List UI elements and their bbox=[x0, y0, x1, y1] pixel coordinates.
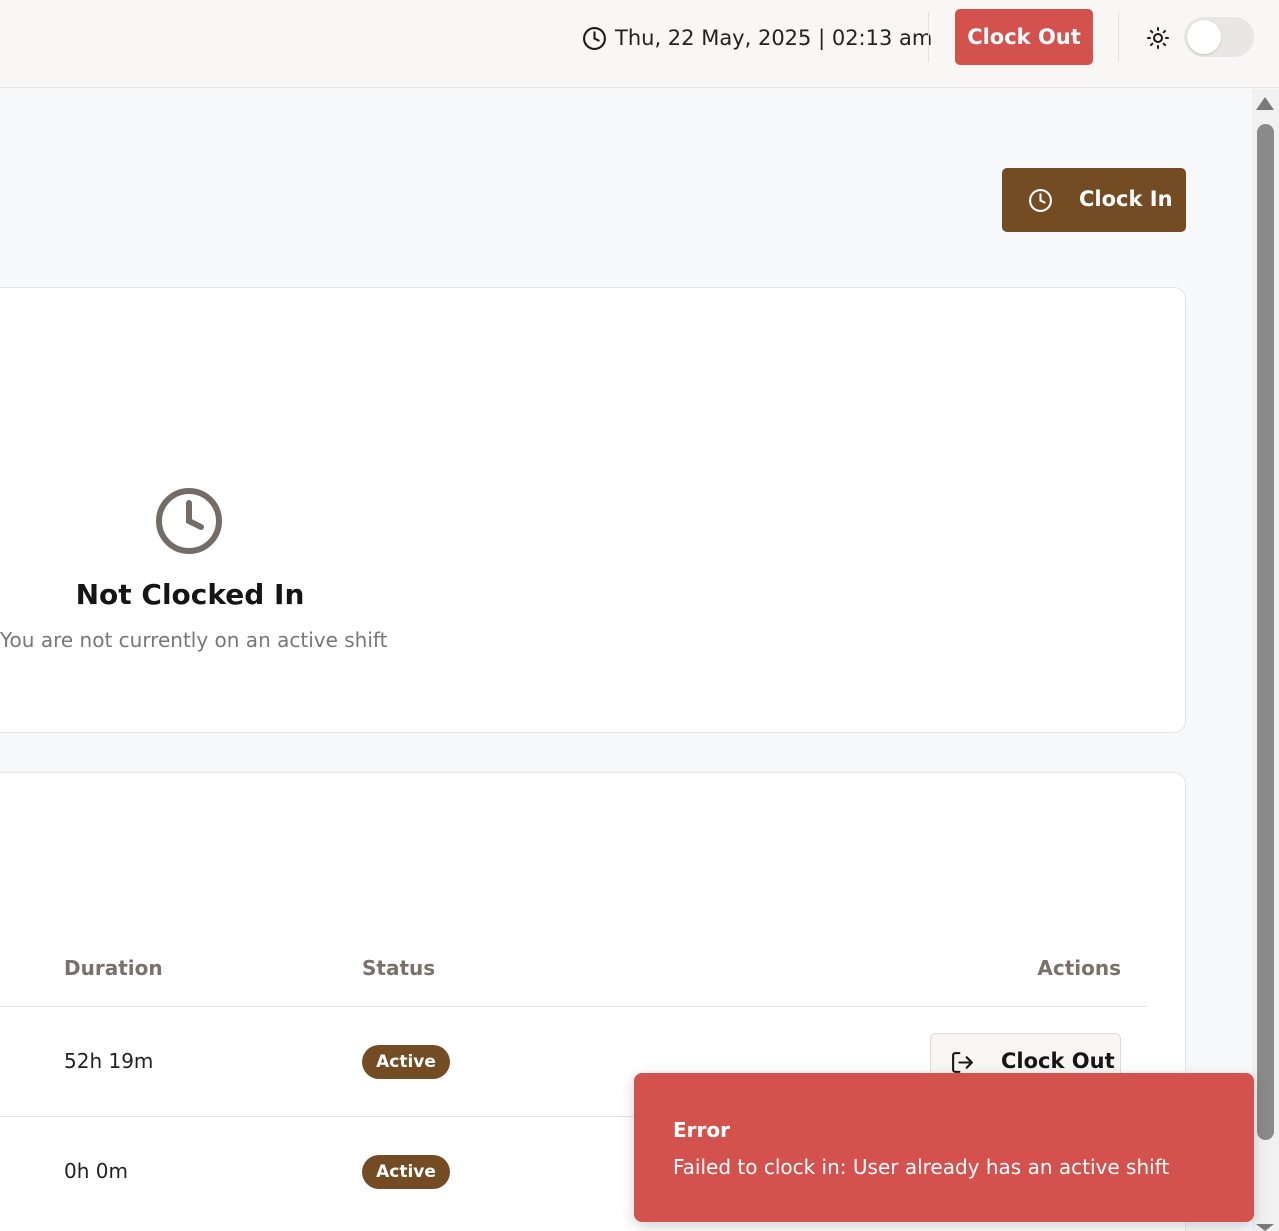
row-clock-out-label: Clock Out bbox=[1001, 1049, 1115, 1073]
status-title: Not Clocked In bbox=[75, 578, 305, 611]
clock-icon bbox=[1029, 189, 1052, 212]
table-header-divider bbox=[0, 1006, 1147, 1007]
clock-icon bbox=[583, 26, 606, 50]
divider bbox=[1118, 12, 1119, 62]
scroll-down-arrow-icon[interactable] bbox=[1256, 1224, 1274, 1231]
error-toast[interactable]: Error Failed to clock in: User already h… bbox=[634, 1073, 1254, 1222]
toast-title: Error bbox=[673, 1118, 730, 1142]
clock-in-label: Clock In bbox=[1079, 187, 1173, 211]
clock-icon bbox=[156, 488, 222, 554]
theme-toggle[interactable] bbox=[1184, 17, 1254, 57]
status-badge: Active bbox=[362, 1045, 450, 1079]
clock-in-button[interactable]: Clock In bbox=[1002, 168, 1186, 232]
clock-out-button[interactable]: Clock Out bbox=[955, 9, 1093, 65]
duration-cell: 0h 0m bbox=[64, 1159, 128, 1183]
datetime-text: Thu, 22 May, 2025 | 02:13 am bbox=[615, 26, 933, 50]
column-header-status: Status bbox=[362, 956, 436, 980]
toggle-knob bbox=[1187, 20, 1221, 54]
column-header-actions: Actions bbox=[1037, 956, 1121, 980]
column-header-duration: Duration bbox=[64, 956, 163, 980]
scrollbar-thumb[interactable] bbox=[1257, 124, 1274, 1140]
scroll-up-arrow-icon[interactable] bbox=[1256, 97, 1274, 110]
divider bbox=[928, 12, 929, 62]
status-badge: Active bbox=[362, 1155, 450, 1189]
current-datetime: Thu, 22 May, 2025 | 02:13 am bbox=[582, 24, 932, 52]
toast-message: Failed to clock in: User already has an … bbox=[673, 1155, 1170, 1179]
top-bar: Thu, 22 May, 2025 | 02:13 am Clock Out bbox=[0, 0, 1279, 88]
status-subtitle: You are not currently on an active shift bbox=[0, 628, 388, 652]
sun-icon bbox=[1147, 27, 1169, 49]
log-out-icon bbox=[952, 1052, 973, 1073]
duration-cell: 52h 19m bbox=[64, 1049, 154, 1073]
